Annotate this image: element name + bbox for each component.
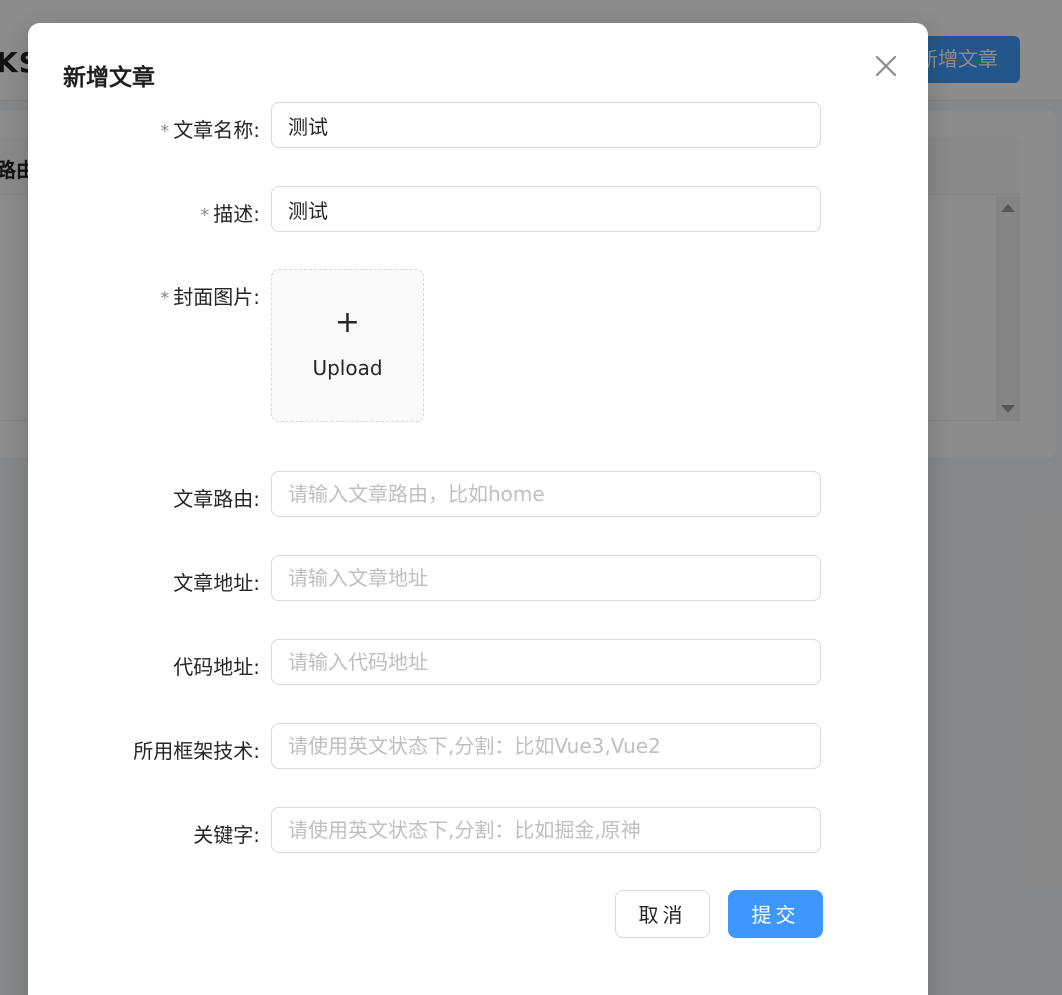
label-colon: : xyxy=(253,739,260,763)
required-mark: * xyxy=(160,121,170,142)
label-colon: : xyxy=(253,487,260,511)
article-address-input[interactable] xyxy=(271,555,821,601)
required-mark: * xyxy=(200,205,210,226)
label-route: 文章路由: xyxy=(173,483,260,512)
article-route-input[interactable] xyxy=(271,471,821,517)
label-keywords-text: 关键字 xyxy=(193,823,254,847)
label-cover-text: 封面图片 xyxy=(173,285,254,309)
label-framework: 所用框架技术: xyxy=(133,735,260,764)
article-name-input[interactable] xyxy=(271,102,821,148)
submit-button[interactable]: 提交 xyxy=(728,890,823,938)
label-colon: : xyxy=(253,202,260,226)
label-route-text: 文章路由 xyxy=(173,487,254,511)
modal-title: 新增文章 xyxy=(63,65,155,91)
code-address-input[interactable] xyxy=(271,639,821,685)
label-code: 代码地址: xyxy=(173,651,260,680)
label-name: * 文章名称: xyxy=(160,114,260,143)
add-article-modal: 新增文章 *文章名称: *描述: *封面图片: + Upload 文章路由: 文… xyxy=(28,23,928,995)
label-cover: * 封面图片: xyxy=(160,281,260,310)
label-keywords: 关键字: xyxy=(193,819,260,848)
close-icon xyxy=(875,55,897,77)
label-colon: : xyxy=(253,285,260,309)
cover-upload-button[interactable]: + Upload xyxy=(271,269,424,422)
label-address-text: 文章地址 xyxy=(173,571,254,595)
close-button[interactable] xyxy=(871,51,901,81)
label-colon: : xyxy=(253,823,260,847)
label-address: 文章地址: xyxy=(173,567,260,596)
label-code-text: 代码地址 xyxy=(173,655,254,679)
keywords-input[interactable] xyxy=(271,807,821,853)
cancel-button[interactable]: 取消 xyxy=(615,890,710,938)
label-colon: : xyxy=(253,118,260,142)
label-colon: : xyxy=(253,655,260,679)
plus-icon: + xyxy=(334,305,361,340)
upload-label: Upload xyxy=(312,356,383,380)
label-framework-text: 所用框架技术 xyxy=(133,739,254,763)
description-input[interactable] xyxy=(271,186,821,232)
required-mark: * xyxy=(160,288,170,309)
label-colon: : xyxy=(253,571,260,595)
label-description: * 描述: xyxy=(200,198,260,227)
label-description-text: 描述 xyxy=(213,202,254,226)
label-name-text: 文章名称 xyxy=(173,118,254,142)
framework-input[interactable] xyxy=(271,723,821,769)
